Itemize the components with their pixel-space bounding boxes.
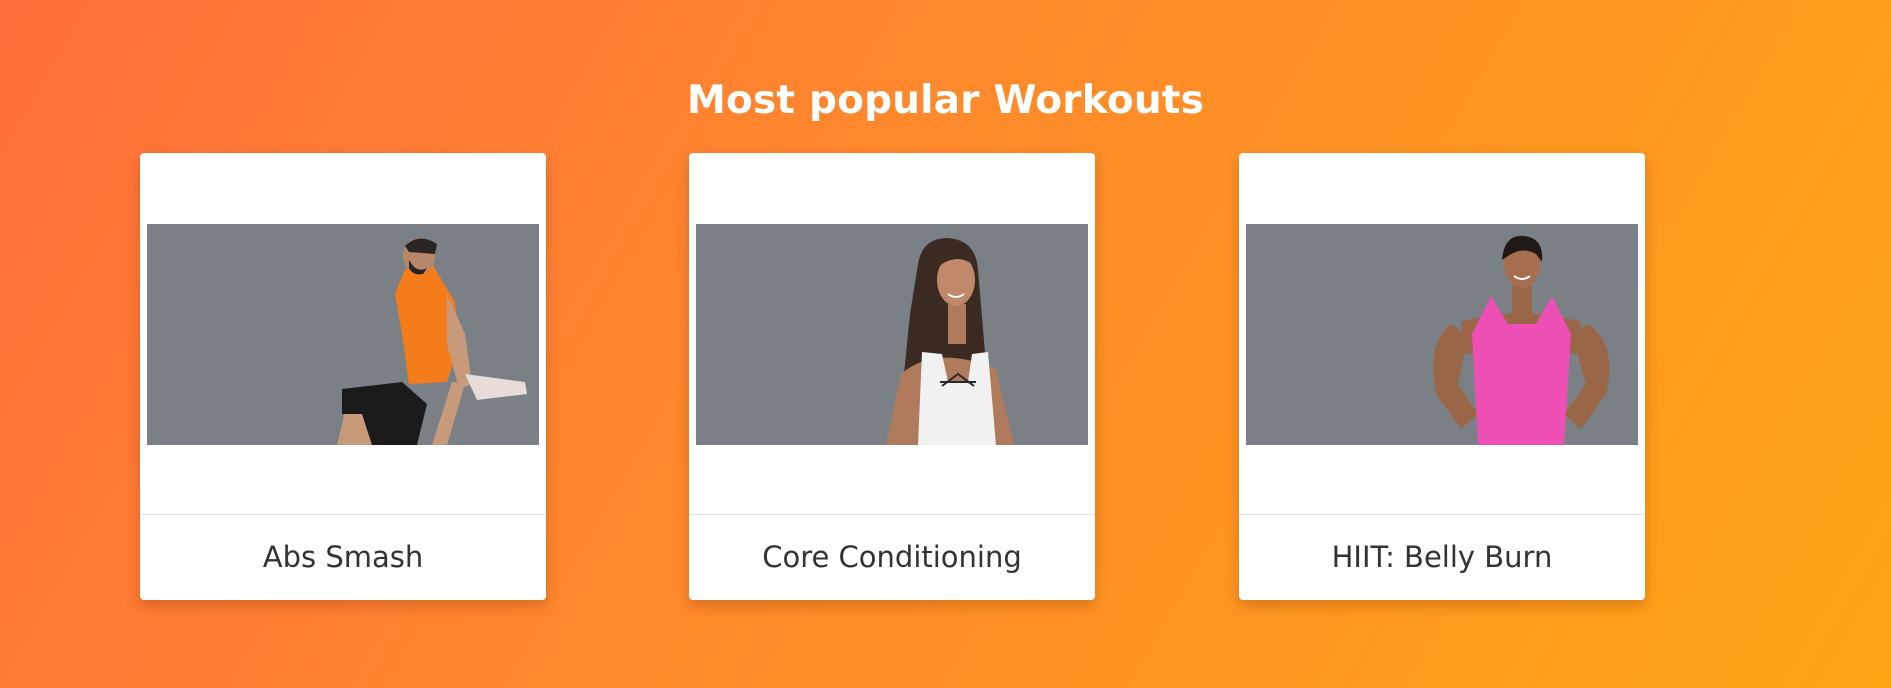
- workout-card-hiit-belly-burn[interactable]: HIIT: Belly Burn: [1239, 153, 1645, 600]
- section-title: Most popular Workouts: [686, 78, 1205, 123]
- card-media: [1239, 153, 1645, 515]
- card-media: [689, 153, 1095, 515]
- workout-card-abs-smash[interactable]: Abs Smash: [140, 153, 546, 600]
- woman-pink-top-photo: [1246, 224, 1638, 445]
- card-media: [140, 153, 546, 515]
- workout-photo: [147, 224, 539, 445]
- workout-card-core-conditioning[interactable]: Core Conditioning: [689, 153, 1095, 600]
- man-stretching-photo: [147, 224, 539, 445]
- card-label: Abs Smash: [262, 540, 424, 574]
- workout-photo: [1246, 224, 1638, 445]
- card-label: Core Conditioning: [762, 540, 1022, 574]
- workout-photo: [696, 224, 1088, 445]
- card-label: HIIT: Belly Burn: [1331, 540, 1553, 574]
- woman-white-top-photo: [696, 224, 1088, 445]
